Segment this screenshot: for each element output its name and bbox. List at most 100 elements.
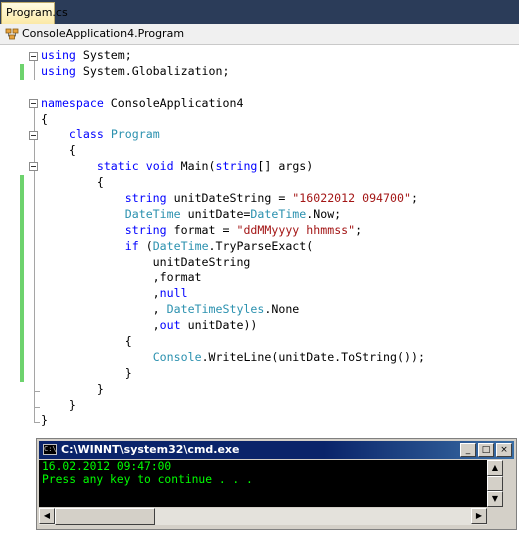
code-token: DateTime (250, 206, 307, 221)
scroll-up-arrow-icon[interactable]: ▲ (487, 460, 503, 476)
code-token: DateTimeStyles (166, 302, 265, 317)
horizontal-scroll-thumb[interactable] (55, 508, 155, 525)
code-token: { (41, 175, 104, 190)
code-token: void (145, 159, 174, 174)
code-token: if (124, 238, 139, 253)
code-token: unitDateString = (166, 191, 293, 206)
scroll-down-arrow-icon[interactable]: ▼ (487, 491, 503, 507)
console-horizontal-scrollbar[interactable]: ◀ ▶ (39, 508, 487, 525)
code-token: ; (355, 222, 363, 237)
code-token: } (41, 381, 104, 396)
code-token: string (215, 159, 258, 174)
outline-toggle-class[interactable] (29, 131, 38, 140)
code-token: , (41, 286, 160, 301)
code-line[interactable]: Console.WriteLine(unitDate.ToString()); (41, 350, 425, 366)
code-token: } (41, 413, 48, 428)
outline-guide (34, 61, 35, 80)
outline-guide (34, 108, 35, 422)
vertical-scroll-thumb[interactable] (487, 476, 503, 491)
console-output-area[interactable]: 16.02.2012 09:47:00 Press any key to con… (39, 460, 487, 507)
code-line[interactable]: namespace ConsoleApplication4 (41, 96, 425, 112)
code-line[interactable]: DateTime unitDate=DateTime.Now; (41, 207, 425, 223)
console-title: C:\WINNT\system32\cmd.exe (61, 443, 240, 456)
code-line[interactable]: } (41, 382, 425, 398)
code-text[interactable]: using System; using System.Globalization;… (41, 48, 425, 429)
console-window[interactable]: C:\ C:\WINNT\system32\cmd.exe _ □ × 16.0… (36, 438, 517, 530)
code-token: DateTime (152, 238, 209, 253)
code-token: } (41, 397, 76, 412)
code-line[interactable] (41, 80, 425, 96)
outline-end-marker (34, 422, 40, 423)
code-token: .WriteLine(unitDate.ToString()); (201, 349, 425, 364)
scroll-left-arrow-icon[interactable]: ◀ (39, 508, 55, 524)
code-line[interactable]: unitDateString (41, 255, 425, 271)
outline-end-marker (34, 391, 40, 392)
code-line[interactable]: } (41, 366, 425, 382)
navigation-bar[interactable]: ConsoleApplication4.Program (0, 24, 519, 45)
code-line[interactable]: string unitDateString = "16022012 094700… (41, 191, 425, 207)
code-line[interactable]: ,out unitDate)) (41, 318, 425, 334)
code-line[interactable]: { (41, 334, 425, 350)
code-line[interactable]: if (DateTime.TryParseExact( (41, 239, 425, 255)
code-token: .None (264, 302, 300, 317)
code-token: , (41, 302, 167, 317)
scroll-right-arrow-icon[interactable]: ▶ (471, 508, 487, 524)
outline-toggle-namespace[interactable] (29, 99, 38, 108)
code-line[interactable]: using System; (41, 48, 425, 64)
code-line[interactable]: class Program (41, 127, 425, 143)
code-token: .Now; (306, 206, 342, 221)
class-path-label: ConsoleApplication4.Program (22, 27, 185, 40)
code-token: null (159, 286, 188, 301)
change-marker (20, 64, 24, 80)
maximize-button[interactable]: □ (478, 443, 494, 457)
code-token: string (124, 191, 167, 206)
code-token: "ddMMyyyy hhmmss" (236, 222, 356, 237)
cmd-icon: C:\ (43, 444, 57, 455)
code-token: { (41, 143, 76, 158)
class-icon (5, 28, 19, 40)
code-token: class (68, 127, 104, 142)
code-token: using (41, 48, 76, 62)
code-line[interactable]: { (41, 112, 425, 128)
code-token: unitDateString (41, 254, 251, 269)
code-token: } (41, 365, 132, 380)
code-token: Console (152, 349, 202, 364)
code-line[interactable]: , DateTimeStyles.None (41, 302, 425, 318)
code-token: using (41, 63, 76, 78)
code-token: string (124, 222, 167, 237)
editor-gutter (0, 45, 20, 541)
code-token: "16022012 094700" (292, 191, 411, 206)
code-token: out (159, 318, 181, 333)
code-line[interactable]: static void Main(string[] args) (41, 159, 425, 175)
code-token: .TryParseExact( (208, 238, 314, 253)
code-line[interactable]: string format = "ddMMyyyy hhmmss"; (41, 223, 425, 239)
code-line[interactable]: } (41, 398, 425, 414)
outline-toggle-using[interactable] (29, 52, 38, 61)
close-button[interactable]: × (496, 443, 512, 457)
console-output-text: 16.02.2012 09:47:00 Press any key to con… (42, 460, 253, 486)
outline-end-marker (34, 407, 40, 408)
code-token: Program (110, 127, 160, 142)
document-tab-strip: Program.cs (0, 0, 519, 24)
code-line[interactable]: { (41, 143, 425, 159)
console-vertical-scrollbar[interactable]: ▲ ▼ (487, 460, 503, 507)
code-token: ; (410, 191, 418, 206)
code-line[interactable]: { (41, 175, 425, 191)
tab-program-cs[interactable]: Program.cs (1, 2, 68, 24)
code-token: ,format (41, 270, 202, 285)
code-line[interactable]: } (41, 413, 425, 429)
outline-toggle-method[interactable] (29, 162, 38, 171)
code-token: System.Globalization; (75, 63, 230, 78)
code-line[interactable]: ,format (41, 270, 425, 286)
code-line[interactable]: ,null (41, 286, 425, 302)
console-title-bar[interactable]: C:\ C:\WINNT\system32\cmd.exe _ □ × (39, 441, 514, 459)
minimize-button[interactable]: _ (460, 443, 476, 457)
code-line[interactable]: using System.Globalization; (41, 64, 425, 80)
code-token: static (96, 159, 139, 174)
